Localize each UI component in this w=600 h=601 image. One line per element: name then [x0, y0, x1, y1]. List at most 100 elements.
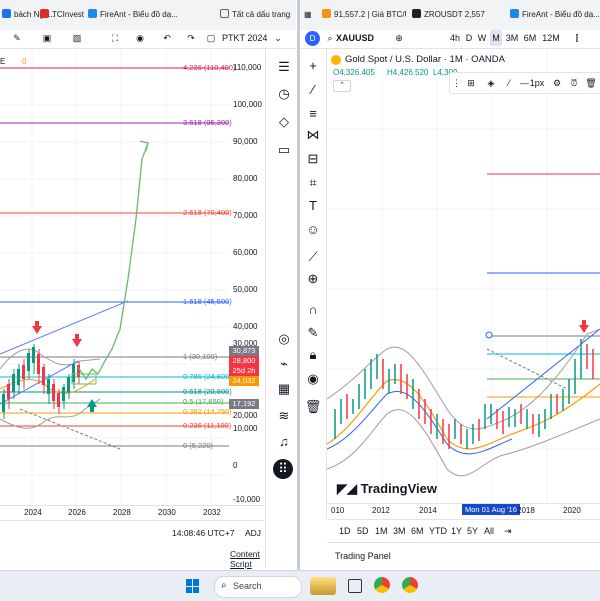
price-axis-label: 90,000	[233, 137, 258, 146]
settings-icon[interactable]: ⚙	[550, 75, 564, 91]
trading-panel-tab[interactable]: Trading Panel	[335, 551, 391, 561]
alert-icon[interactable]: ⏰︎	[567, 75, 581, 91]
task-view-icon[interactable]	[348, 579, 362, 593]
range-3m[interactable]: 3M	[393, 526, 406, 536]
chrome-icon[interactable]	[402, 577, 418, 593]
interval-12m[interactable]: 12M	[541, 30, 561, 46]
brush-icon[interactable]: ⌗	[303, 173, 323, 193]
redo-icon[interactable]: ↷	[184, 30, 198, 46]
symbol-name[interactable]: XAUUSD	[336, 30, 382, 46]
search-icon: ⌕	[221, 580, 227, 591]
ideas-icon[interactable]: ◎	[273, 329, 295, 349]
save-icon[interactable]: ▣	[40, 30, 54, 46]
interval-4h[interactable]: 4h	[448, 30, 462, 46]
paint-icon[interactable]: ◈	[484, 75, 498, 91]
price-axis-label: 10,000	[233, 424, 258, 433]
line-width-icon[interactable]: —	[520, 75, 529, 91]
date-range-icon[interactable]: ⇥	[504, 526, 512, 537]
range-5d[interactable]: 5D	[357, 526, 369, 536]
crosshair-icon[interactable]: +	[303, 55, 323, 75]
browser-tab[interactable]: ZROUSDT 2,557	[412, 6, 488, 24]
chevron-down-icon[interactable]: ⌄	[272, 30, 284, 46]
interval-d[interactable]: D	[464, 30, 474, 46]
chrome-icon[interactable]	[374, 577, 390, 593]
layout-icon[interactable]: ▢	[205, 30, 217, 46]
compare-icon[interactable]: ⊕	[392, 30, 406, 46]
chat-icon[interactable]: ▭	[273, 140, 295, 160]
chart-type-icon[interactable]: ⫿	[570, 30, 584, 46]
layout-name[interactable]: PTKT 2024	[222, 30, 272, 46]
pencil-lock-icon[interactable]: ✎	[303, 323, 323, 343]
pulse-icon[interactable]: ⌁	[273, 354, 295, 374]
bell-icon[interactable]: ♫	[273, 431, 295, 451]
price-axis-label: 50,000	[233, 285, 258, 294]
adj-toggle[interactable]: ADJ	[245, 528, 261, 538]
browser-tab[interactable]: FireAnt - Biểu đồ dạ...	[88, 6, 198, 24]
eye-icon[interactable]: ◉	[303, 369, 323, 389]
countdown-tag: 25d 2h	[229, 366, 259, 376]
range-all[interactable]: All	[484, 526, 494, 536]
line-color-icon[interactable]: ⁄	[502, 75, 516, 91]
trendline-icon[interactable]: ⁄	[303, 79, 323, 99]
pen-icon[interactable]: ✎	[10, 30, 24, 46]
floating-drawing-toolbar: ⋮ ⊞ ◈ ⁄ — 1px ⚙ ⏰︎ 🗑︎	[449, 72, 600, 94]
browser-tab[interactable]: TCInvest	[40, 6, 88, 24]
price-axis-label: 0	[233, 461, 238, 470]
delete-icon[interactable]: 🗑︎	[584, 75, 598, 91]
text-icon[interactable]: T	[303, 195, 323, 215]
range-ytd[interactable]: YTD	[429, 526, 447, 536]
browser-tab[interactable]: FireAnt - Biểu đồ dạ...	[510, 6, 600, 24]
stream-icon[interactable]: ≋	[273, 406, 295, 426]
bookmarks-folder[interactable]: Tất cả dấu trang	[220, 6, 296, 24]
watchlist-icon[interactable]: ☰	[273, 57, 295, 77]
image-icon[interactable]: ▧	[70, 30, 84, 46]
time-axis-label: 2026	[68, 508, 86, 517]
fib-icon[interactable]: ≡	[303, 103, 323, 123]
price-axis-label: 80,000	[233, 174, 258, 183]
price-axis-label: 100,000	[233, 100, 262, 109]
interval-w[interactable]: W	[476, 30, 488, 46]
interval-3m[interactable]: 3M	[504, 30, 520, 46]
range-1y[interactable]: 1Y	[451, 526, 462, 536]
collapse-legend-icon[interactable]: ⌃	[333, 80, 351, 92]
drag-handle-icon[interactable]: ⋮	[452, 75, 461, 91]
template-icon[interactable]: ⊞	[464, 75, 478, 91]
magnet-icon[interactable]: ∩	[303, 299, 323, 319]
grid-icon[interactable]: ▦	[304, 6, 318, 24]
left-chart-pane[interactable]: E 0 4.236 (110,400) 3.618 (95,300) 2.618…	[0, 49, 264, 517]
left-browser-tabbar: bách Ngu... TCInvest FireAnt - Biểu đồ d…	[0, 0, 296, 31]
favicon-icon	[88, 9, 97, 18]
range-1m[interactable]: 1M	[375, 526, 388, 536]
ruler-icon[interactable]: ⟋	[303, 247, 323, 267]
projection-icon[interactable]: ⊟	[303, 149, 323, 169]
fullscreen-icon[interactable]: ⛶	[108, 30, 122, 46]
lock-icon[interactable]: 🔒︎	[303, 345, 323, 365]
emoji-icon[interactable]: ☺	[303, 219, 323, 239]
calendar-icon[interactable]: ▦	[273, 379, 295, 399]
range-6m[interactable]: 6M	[411, 526, 424, 536]
zoom-icon[interactable]: ⊕	[303, 269, 323, 289]
search-icon[interactable]: ⌕	[324, 30, 336, 46]
price-tag: 30,873	[229, 346, 259, 356]
start-icon[interactable]	[186, 579, 200, 593]
right-chart-pane[interactable]: Gold Spot / U.S. Dollar · 1M · OANDA O4,…	[327, 49, 600, 503]
line-width-value[interactable]: 1px	[528, 75, 546, 91]
symbol-logo-icon	[331, 55, 341, 65]
widgets-icon[interactable]	[310, 577, 336, 595]
trash-icon[interactable]: 🗑︎	[303, 397, 323, 417]
taskbar-search[interactable]: ⌕ Search	[214, 576, 302, 598]
interval-m[interactable]: M	[490, 30, 502, 46]
range-1d[interactable]: 1D	[339, 526, 351, 536]
range-5y[interactable]: 5Y	[467, 526, 478, 536]
alert-clock-icon[interactable]: ◷	[273, 84, 295, 104]
folder-icon	[220, 9, 229, 18]
layers-icon[interactable]: ◇	[273, 112, 295, 132]
pattern-icon[interactable]: ⋈	[303, 125, 323, 145]
clock: 14:08:46 UTC+7	[172, 528, 235, 538]
avatar[interactable]: D	[305, 31, 320, 46]
camera-icon[interactable]: ◉	[133, 30, 147, 46]
interval-6m[interactable]: 6M	[522, 30, 538, 46]
undo-icon[interactable]: ↶	[160, 30, 174, 46]
browser-tab[interactable]: 91,557.2 | Giá BTC/U...	[322, 6, 406, 24]
apps-grid-icon[interactable]: ⠿	[273, 459, 293, 479]
